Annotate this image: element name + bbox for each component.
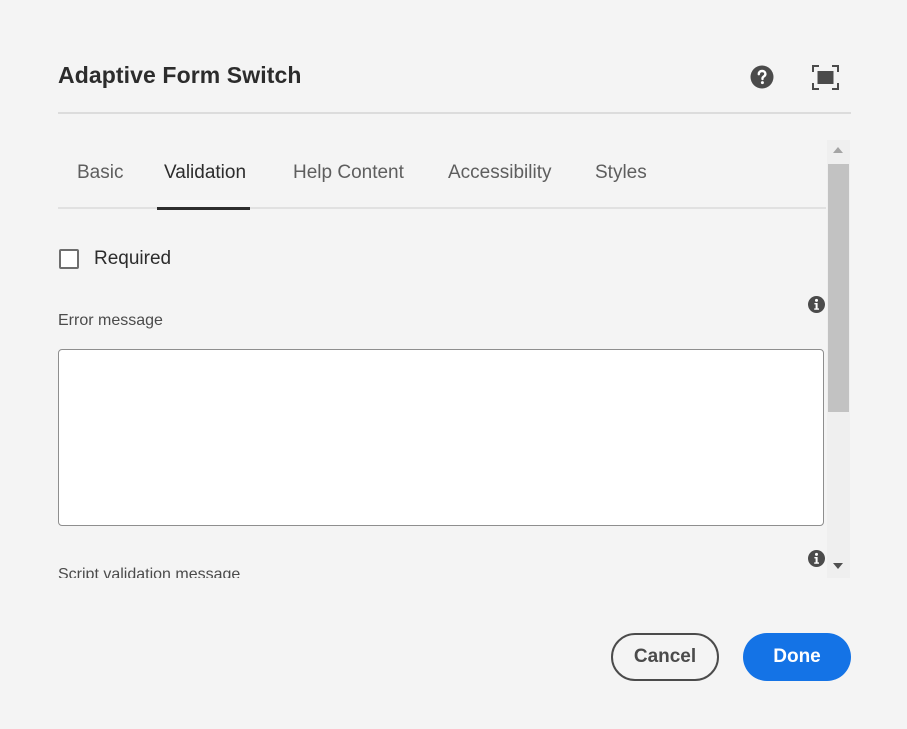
required-checkbox[interactable] (59, 249, 79, 269)
done-button[interactable]: Done (743, 633, 851, 681)
scroll-up-arrow-icon[interactable] (833, 147, 843, 153)
dialog-content: Basic Validation Help Content Accessibil… (58, 140, 826, 578)
script-validation-message-label: Script validation message (58, 566, 241, 578)
scroll-down-arrow-icon[interactable] (833, 563, 843, 569)
info-icon[interactable] (808, 550, 825, 567)
error-message-label: Error message (58, 312, 163, 329)
tab-basic[interactable]: Basic (77, 162, 123, 184)
scrollbar[interactable] (827, 140, 850, 578)
dialog: Adaptive Form Switch Basic Validation He… (0, 0, 907, 729)
scrollbar-thumb[interactable] (828, 164, 849, 412)
tab-help-content[interactable]: Help Content (293, 162, 404, 184)
fullscreen-icon[interactable] (812, 65, 839, 90)
required-label: Required (94, 248, 172, 269)
header-divider (58, 112, 851, 114)
tab-accessibility[interactable]: Accessibility (448, 162, 551, 184)
active-tab-indicator (157, 207, 250, 210)
dialog-title: Adaptive Form Switch (58, 62, 302, 88)
tab-validation[interactable]: Validation (164, 162, 246, 184)
info-icon[interactable] (808, 296, 825, 313)
cancel-button[interactable]: Cancel (611, 633, 719, 681)
tab-bar: Basic Validation Help Content Accessibil… (58, 140, 826, 210)
help-icon[interactable] (750, 65, 774, 89)
tab-styles[interactable]: Styles (595, 162, 647, 184)
error-message-input[interactable] (58, 349, 824, 526)
